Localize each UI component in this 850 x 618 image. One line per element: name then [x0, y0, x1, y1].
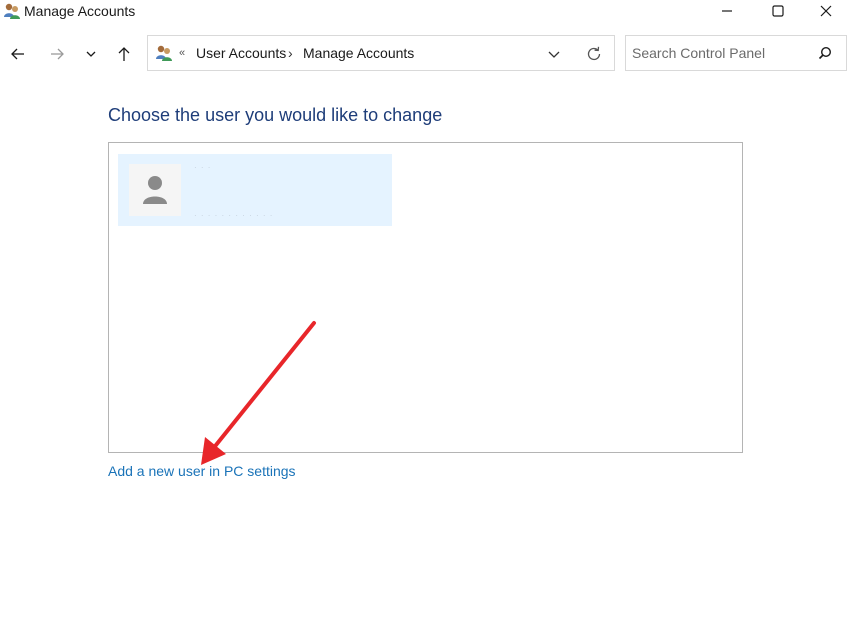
maximize-icon	[772, 5, 784, 17]
address-dropdown-button[interactable]	[544, 44, 564, 64]
up-button[interactable]	[108, 38, 140, 70]
address-bar[interactable]: « User Accounts › Manage Accounts	[147, 35, 615, 71]
minimize-icon	[722, 10, 732, 12]
chevron-down-icon	[86, 51, 96, 57]
user-account-type: · · · · · · · · · · · ·	[194, 211, 274, 220]
add-new-user-link[interactable]: Add a new user in PC settings	[108, 463, 296, 480]
recent-locations-button[interactable]	[75, 38, 107, 70]
breadcrumb-manage-accounts[interactable]: Manage Accounts	[303, 45, 414, 62]
breadcrumb-separator[interactable]: ›	[288, 45, 293, 62]
user-account-tile[interactable]: · · · · · · · · · · · · · · ·	[118, 154, 392, 226]
arrow-right-icon	[51, 48, 64, 60]
user-account-name: · · ·	[194, 163, 212, 172]
user-accounts-list: · · · · · · · · · · · · · · ·	[108, 142, 743, 453]
user-accounts-icon	[156, 45, 172, 61]
arrow-left-icon	[11, 48, 24, 60]
breadcrumb-user-accounts[interactable]: User Accounts	[196, 45, 286, 62]
title-bar: Manage Accounts	[0, 0, 850, 22]
user-avatar-icon	[143, 176, 167, 204]
window-title: Manage Accounts	[24, 3, 136, 19]
chevron-down-icon	[548, 51, 560, 58]
refresh-button[interactable]	[584, 44, 604, 64]
minimize-button[interactable]	[703, 0, 751, 22]
breadcrumb-overflow-button[interactable]: «	[179, 45, 185, 61]
search-icon[interactable]	[818, 46, 832, 60]
maximize-button[interactable]	[754, 0, 802, 22]
arrow-up-icon	[118, 47, 130, 61]
page-title: Choose the user you would like to change	[108, 105, 443, 125]
search-box[interactable]	[625, 35, 847, 71]
user-accounts-icon	[4, 3, 20, 19]
search-input[interactable]	[632, 44, 812, 62]
avatar	[129, 164, 181, 216]
forward-button[interactable]	[41, 38, 73, 70]
back-button[interactable]	[2, 38, 34, 70]
refresh-icon	[587, 46, 601, 61]
close-button[interactable]	[802, 0, 850, 22]
close-icon	[820, 5, 832, 17]
